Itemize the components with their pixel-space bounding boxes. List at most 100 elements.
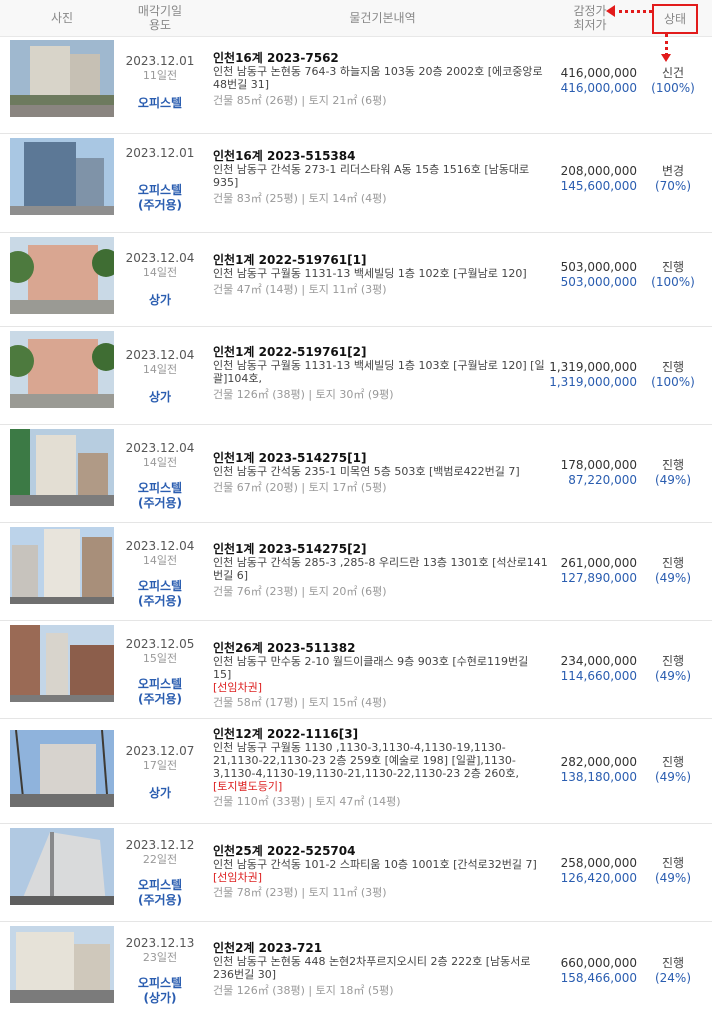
case-number[interactable]: 인천16계 2023-7562 <box>213 51 548 65</box>
table-row[interactable]: 2023.12.04 14일전 오피스텔 (주거용) 인천1계 2023-514275… <box>0 523 712 621</box>
table-row[interactable]: 2023.12.01 11일전 오피스텔 인천16계 2023-7562 인천 남동구… <box>0 36 712 134</box>
address: 인천 남동구 간석동 285-3 ,285-8 우리드란 13층 1301호 [… <box>213 556 548 582</box>
usage: 상가 <box>148 293 172 307</box>
header-status[interactable]: 상태 <box>652 4 698 34</box>
min-price-ratio: (49%) <box>654 571 692 585</box>
case-number[interactable]: 인천2계 2023-721 <box>213 941 548 955</box>
status-text: 진행 <box>661 856 685 870</box>
days-left: 11일전 <box>142 69 178 82</box>
appraisal-price: 660,000,000 <box>560 956 637 970</box>
property-photo[interactable] <box>10 926 114 1003</box>
sale-date: 2023.12.04 <box>125 441 195 455</box>
table-row[interactable]: 2023.12.12 22일전 오피스텔 (주거용) 인천25계 2022-52570… <box>0 824 712 922</box>
case-number[interactable]: 인천25계 2022-525704 <box>213 844 548 858</box>
min-price-ratio: (24%) <box>654 971 692 985</box>
table-row[interactable]: 2023.12.04 14일전 상가 인천1계 2022-519761[2] 인천 남… <box>0 327 712 425</box>
status-text: 신건 <box>661 66 685 80</box>
usage: 오피스텔 <box>137 481 183 495</box>
usage: 오피스텔 <box>137 677 183 691</box>
sale-date: 2023.12.04 <box>125 539 195 553</box>
property-photo[interactable] <box>10 625 114 702</box>
min-price-ratio: (100%) <box>651 375 695 389</box>
table-row[interactable]: 2023.12.07 17일전 상가 인천12계 2022-1116[3] 인천 남동… <box>0 719 712 824</box>
days-left: 14일전 <box>142 456 178 469</box>
usage-detail: (주거용) <box>137 893 183 907</box>
usage: 오피스텔 <box>137 183 183 197</box>
usage: 상가 <box>148 390 172 404</box>
table-row[interactable]: 2023.12.13 23일전 오피스텔 (상가) 인천2계 2023-721 인천 남… <box>0 922 712 1017</box>
sale-date: 2023.12.07 <box>125 744 195 758</box>
annotation-arrow-line <box>612 10 652 13</box>
days-left: 22일전 <box>142 853 178 866</box>
minimum-price: 126,420,000 <box>560 871 637 885</box>
min-price-ratio: (100%) <box>651 81 695 95</box>
appraisal-price: 178,000,000 <box>560 458 637 472</box>
min-price-ratio: (100%) <box>651 275 695 289</box>
area-info: 건물 83㎡ (25평) | 토지 14㎡ (4평) <box>213 192 387 205</box>
case-number[interactable]: 인천26계 2023-511382 <box>213 641 548 655</box>
area-info: 건물 78㎡ (23평) | 토지 11㎡ (3평) <box>213 886 387 899</box>
area-info: 건물 76㎡ (23평) | 토지 20㎡ (6평) <box>213 585 387 598</box>
area-info: 건물 85㎡ (26평) | 토지 21㎡ (6평) <box>213 94 387 107</box>
property-photo[interactable] <box>10 828 114 905</box>
table-row[interactable]: 2023.12.05 15일전 오피스텔 (주거용) 인천26계 2023-51138… <box>0 621 712 719</box>
min-price-ratio: (70%) <box>654 179 692 193</box>
area-info: 건물 110㎡ (33평) | 토지 47㎡ (14평) <box>213 795 401 808</box>
address: 인천 남동구 간석동 101-2 스파티움 10층 1001호 [간석로32번길… <box>213 858 537 871</box>
property-photo[interactable] <box>10 331 114 408</box>
table-row[interactable]: 2023.12.04 14일전 상가 인천1계 2022-519761[1] 인천 남… <box>0 233 712 327</box>
header-sale-date[interactable]: 매각기일 용도 <box>114 0 206 36</box>
sale-date: 2023.12.01 <box>125 54 195 68</box>
case-number[interactable]: 인천1계 2022-519761[2] <box>213 345 548 359</box>
status-text: 진행 <box>661 458 685 472</box>
status-text: 진행 <box>661 260 685 274</box>
address: 인천 남동구 구월동 1131-13 백세빌딩 1층 103호 [구월남로 12… <box>213 359 545 385</box>
case-number[interactable]: 인천1계 2023-514275[1] <box>213 451 548 465</box>
property-photo[interactable] <box>10 40 114 117</box>
property-photo[interactable] <box>10 138 114 215</box>
property-photo[interactable] <box>10 730 114 807</box>
appraisal-price: 208,000,000 <box>560 164 637 178</box>
table-row[interactable]: 2023.12.01 오피스텔 (주거용) 인천16계 2023-515384 인천 … <box>0 134 712 233</box>
days-left: 17일전 <box>142 759 178 772</box>
minimum-price: 145,600,000 <box>560 179 637 193</box>
case-number[interactable]: 인천16계 2023-515384 <box>213 149 548 163</box>
property-photo[interactable] <box>10 429 114 506</box>
usage: 오피스텔 <box>137 878 183 892</box>
status-text: 진행 <box>661 360 685 374</box>
minimum-price: 138,180,000 <box>560 770 637 784</box>
header-appraisal[interactable]: 감정가 최저가 <box>545 0 635 36</box>
usage: 오피스텔 <box>137 579 183 593</box>
days-left: 14일전 <box>142 266 178 279</box>
minimum-price: 1,319,000,000 <box>549 375 637 389</box>
address: 인천 남동구 간석동 235-1 미목연 5층 503호 [백범로422번길 7… <box>213 465 520 478</box>
appraisal-price: 503,000,000 <box>560 260 637 274</box>
case-number[interactable]: 인천12계 2022-1116[3] <box>213 727 548 741</box>
area-info: 건물 67㎡ (20평) | 토지 17㎡ (5평) <box>213 481 387 494</box>
property-photo[interactable] <box>10 527 114 604</box>
min-price-ratio: (49%) <box>654 473 692 487</box>
usage: 오피스텔 <box>137 96 183 110</box>
area-info: 건물 126㎡ (38평) | 토지 30㎡ (9평) <box>213 388 394 401</box>
appraisal-price: 258,000,000 <box>560 856 637 870</box>
appraisal-price: 1,319,000,000 <box>549 360 637 374</box>
appraisal-price: 234,000,000 <box>560 654 637 668</box>
case-number[interactable]: 인천1계 2022-519761[1] <box>213 253 548 267</box>
status-text: 진행 <box>661 755 685 769</box>
min-price-ratio: (49%) <box>654 669 692 683</box>
case-number[interactable]: 인천1계 2023-514275[2] <box>213 542 548 556</box>
min-price-ratio: (49%) <box>654 871 692 885</box>
status-text: 진행 <box>661 956 685 970</box>
minimum-price: 127,890,000 <box>560 571 637 585</box>
table-row[interactable]: 2023.12.04 14일전오피스텔 (주거용) 인천1계 2023-514275… <box>0 425 712 523</box>
min-price-ratio: (49%) <box>654 770 692 784</box>
header-item-info: 물건기본내역 <box>349 11 416 25</box>
address: 인천 남동구 간석동 273-1 리더스타워 A동 15층 1516호 [남동대… <box>213 163 530 189</box>
minimum-price: 416,000,000 <box>560 81 637 95</box>
appraisal-price: 282,000,000 <box>560 755 637 769</box>
minimum-price: 503,000,000 <box>560 275 637 289</box>
property-photo[interactable] <box>10 237 114 314</box>
sale-date: 2023.12.01 <box>125 146 195 160</box>
address: 인천 남동구 논현동 448 논현2차푸르지오시티 2층 222호 [남동서로2… <box>213 955 531 981</box>
usage-detail: (주거용) <box>137 496 183 510</box>
